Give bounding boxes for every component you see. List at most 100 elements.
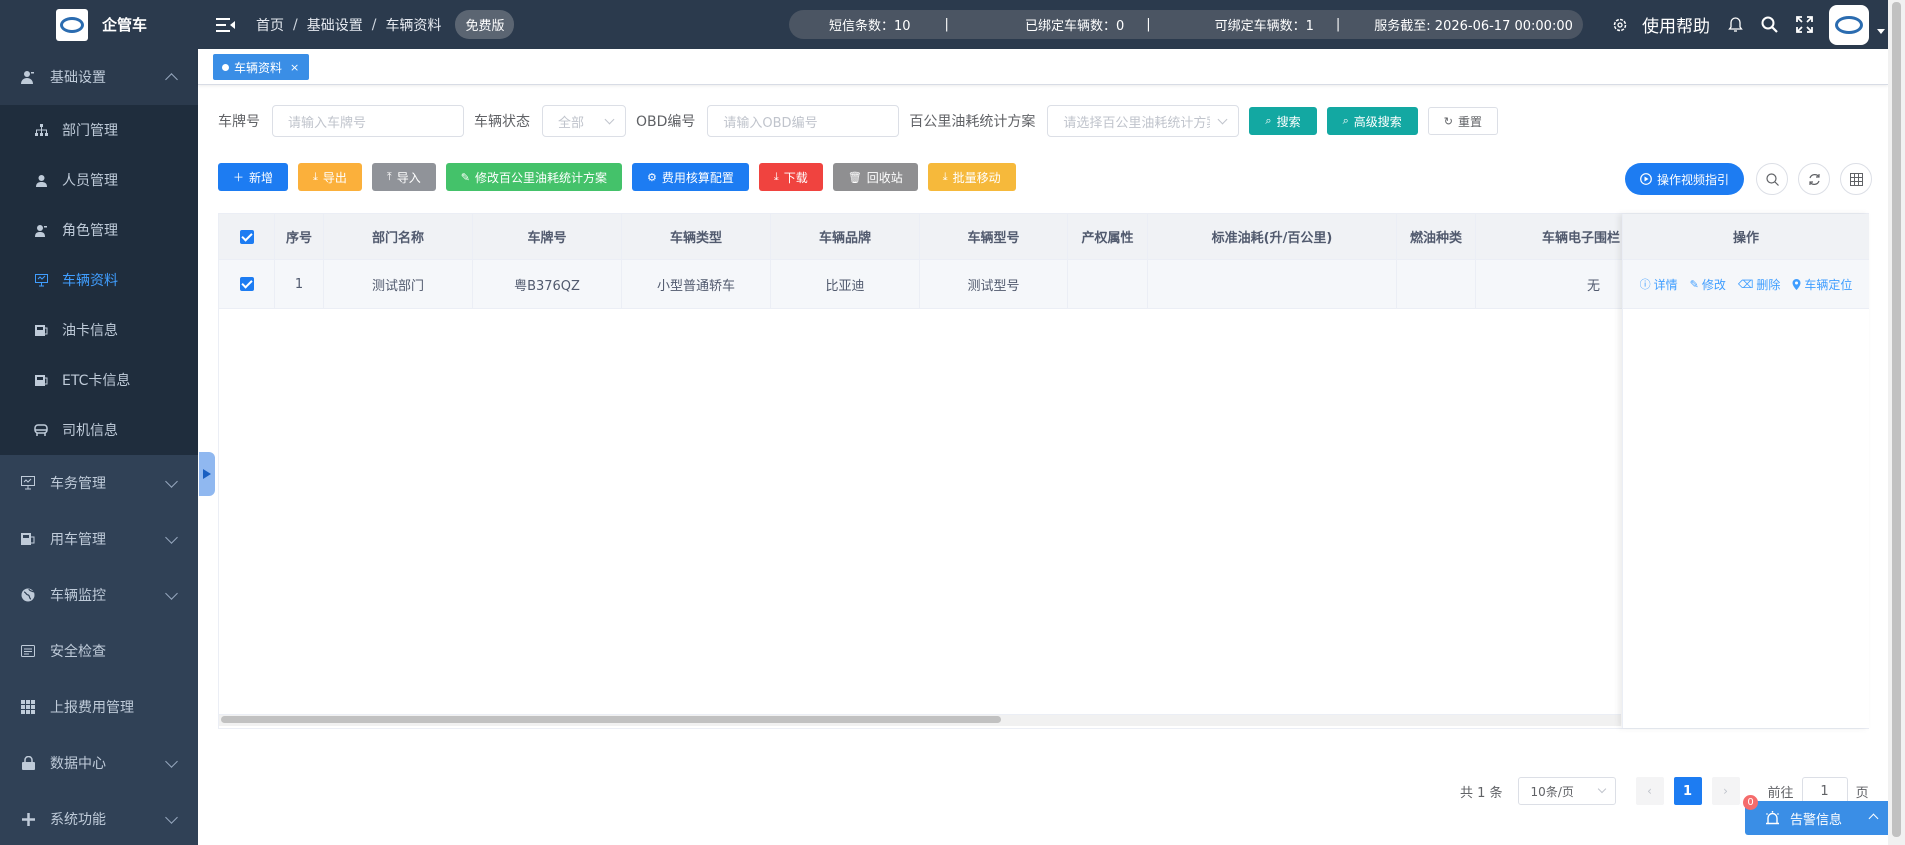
batch-move-button[interactable]: ⤓ 批量移动 bbox=[927, 163, 1016, 191]
chevron-left-icon: ‹ bbox=[1647, 784, 1652, 798]
next-page-button[interactable]: › bbox=[1711, 777, 1740, 805]
select-all-checkbox[interactable] bbox=[219, 214, 275, 259]
locate-link[interactable]: 车辆定位 bbox=[1792, 276, 1852, 293]
sidebar-item-etc-card[interactable]: ETC卡信息 bbox=[0, 355, 198, 405]
sidebar-item-roles[interactable]: 角色管理 bbox=[0, 205, 198, 255]
role-icon bbox=[34, 223, 48, 237]
fullscreen-icon[interactable] bbox=[1796, 16, 1813, 33]
chevron-up-icon bbox=[1868, 813, 1879, 824]
sidebar-item-dept[interactable]: 部门管理 bbox=[0, 105, 198, 155]
stats-separator: | bbox=[944, 17, 949, 32]
person-icon bbox=[34, 173, 48, 187]
close-icon[interactable]: × bbox=[290, 61, 299, 74]
sidebar-item-label: 车辆资料 bbox=[62, 273, 118, 289]
menu-fold-icon[interactable] bbox=[216, 17, 235, 32]
detail-label: 详情 bbox=[1653, 277, 1678, 292]
menu-group-vehicle-affairs[interactable]: 车务管理 bbox=[0, 455, 198, 511]
logo[interactable]: 企管车 bbox=[0, 0, 198, 49]
refresh-button[interactable] bbox=[1798, 163, 1830, 195]
bell-icon[interactable] bbox=[1728, 16, 1743, 33]
sidebar-item-label: 角色管理 bbox=[62, 223, 118, 239]
row-checkbox[interactable] bbox=[219, 260, 275, 308]
status-value: 全部 bbox=[558, 115, 585, 131]
column-header: 车辆品牌 bbox=[771, 214, 920, 259]
toggle-search-button[interactable] bbox=[1756, 163, 1788, 195]
cost-config-button[interactable]: ⚙ 费用核算配置 bbox=[632, 163, 749, 191]
main-content: 车牌号 请输入车牌号 车辆状态 全部 OBD编号 请输入OBD编号 百公里油耗统… bbox=[198, 85, 1888, 845]
menu-group-label: 用车管理 bbox=[50, 532, 106, 548]
menu-group-basic-settings[interactable]: 基础设置 bbox=[0, 49, 198, 105]
row-actions: ⓘ 详情 ✎ 修改 ⌫ 删除 车辆定位 bbox=[1623, 260, 1869, 309]
download-button[interactable]: ⤓ 下载 bbox=[758, 163, 823, 191]
reset-button[interactable]: ↻ 重置 bbox=[1427, 107, 1499, 135]
menu-group-expense-report[interactable]: 上报费用管理 bbox=[0, 679, 198, 735]
import-button[interactable]: ⤒ 导入 bbox=[371, 163, 436, 191]
edit-icon: ✎ bbox=[1689, 277, 1699, 291]
cell-model: 测试型号 bbox=[920, 260, 1068, 308]
menu-group-vehicle-monitor[interactable]: 车辆监控 bbox=[0, 567, 198, 623]
sidebar-item-staff[interactable]: 人员管理 bbox=[0, 155, 198, 205]
column-header: 车牌号 bbox=[473, 214, 622, 259]
recycle-bin-button[interactable]: 🗑 回收站 bbox=[832, 163, 918, 191]
breadcrumb-separator: / bbox=[371, 16, 377, 33]
batch-move-label: 批量移动 bbox=[952, 170, 1001, 185]
plus-icon bbox=[20, 811, 36, 827]
account-stats: 短信条数：10 | 已绑定车辆数：0 | 可绑定车辆数：1 | 服务截至: 20… bbox=[789, 10, 1583, 39]
chevron-down-icon bbox=[165, 811, 178, 824]
table-row[interactable]: 1 测试部门 粤B376QZ 小型普通轿车 比亚迪 测试型号 无 bbox=[219, 260, 1868, 309]
sidebar-item-label: 油卡信息 bbox=[62, 323, 118, 339]
video-guide-button[interactable]: 操作视频指引 bbox=[1625, 163, 1745, 195]
advanced-search-button[interactable]: ⌕ 高级搜索 bbox=[1326, 107, 1418, 135]
modify-fuel-plan-button[interactable]: ✎ 修改百公里油耗统计方案 bbox=[445, 163, 623, 191]
search-button[interactable]: ⌕ 搜索 bbox=[1249, 107, 1317, 135]
service-expiry: 服务截至: 2026-06-17 00:00:00 bbox=[1374, 19, 1573, 34]
sidebar: 企管车 基础设置 部门管理 人员管理 角色管理 车辆资料 油卡信息 ETC卡信息… bbox=[0, 0, 198, 845]
prev-page-button[interactable]: ‹ bbox=[1635, 777, 1664, 805]
page-number-current[interactable]: 1 bbox=[1673, 777, 1702, 805]
help-link[interactable]: 使用帮助 bbox=[1642, 12, 1710, 37]
chevron-down-icon bbox=[165, 587, 178, 600]
search-icon[interactable] bbox=[1761, 16, 1778, 33]
breadcrumb-current: 车辆资料 bbox=[385, 17, 442, 34]
globe-icon bbox=[20, 587, 36, 603]
sidebar-item-label: ETC卡信息 bbox=[62, 373, 131, 389]
status-select[interactable]: 全部 bbox=[542, 105, 626, 137]
edit-link[interactable]: ✎ 修改 bbox=[1690, 276, 1726, 293]
menu-group-car-usage[interactable]: 用车管理 bbox=[0, 511, 198, 567]
logo-icon bbox=[56, 8, 88, 41]
page-size-select[interactable]: 10条/页 bbox=[1517, 777, 1616, 805]
breadcrumb-home[interactable]: 首页 bbox=[256, 15, 284, 35]
sidebar-item-fuel-card[interactable]: 油卡信息 bbox=[0, 305, 198, 355]
column-header: 序号 bbox=[275, 214, 324, 259]
delete-link[interactable]: ⌫ 删除 bbox=[1738, 276, 1781, 293]
column-header: 车辆电子围栏 bbox=[1476, 214, 1625, 259]
horizontal-scrollbar[interactable] bbox=[221, 716, 1001, 723]
caret-down-icon[interactable] bbox=[1877, 29, 1885, 34]
car-icon bbox=[20, 531, 36, 547]
sidebar-item-driver[interactable]: 司机信息 bbox=[0, 405, 198, 455]
plate-input[interactable]: 请输入车牌号 bbox=[272, 105, 464, 137]
breadcrumb: 首页 / 基础设置 / 车辆资料 bbox=[256, 15, 441, 35]
avatar[interactable] bbox=[1829, 4, 1869, 45]
tag-vehicle-info[interactable]: 车辆资料 × bbox=[213, 54, 310, 80]
search-button-label: 搜索 bbox=[1276, 114, 1301, 129]
goto-unit: 页 bbox=[1855, 785, 1869, 801]
add-button[interactable]: ＋ 新增 bbox=[218, 163, 289, 191]
export-button[interactable]: ⤓ 导出 bbox=[298, 163, 362, 191]
fuel-plan-select[interactable]: 请选择百公里油耗统计方案 bbox=[1047, 105, 1240, 137]
breadcrumb-basic-settings[interactable]: 基础设置 bbox=[307, 15, 363, 35]
chevron-down-icon bbox=[165, 755, 178, 768]
menu-group-system[interactable]: 系统功能 bbox=[0, 791, 198, 845]
edit-icon: ✎ bbox=[460, 170, 471, 184]
sidebar-item-vehicle-info[interactable]: 车辆资料 bbox=[0, 255, 198, 305]
obd-input[interactable]: 请输入OBD编号 bbox=[707, 105, 900, 137]
grid-icon bbox=[1849, 172, 1863, 186]
page-scrollbar[interactable] bbox=[1888, 0, 1905, 845]
detail-link[interactable]: ⓘ 详情 bbox=[1640, 276, 1678, 293]
menu-group-data-center[interactable]: 数据中心 bbox=[0, 735, 198, 791]
menu-group-safety-check[interactable]: 安全检查 bbox=[0, 623, 198, 679]
stats-separator: | bbox=[1335, 17, 1341, 32]
alarm-panel-toggle[interactable]: 0 告警信息 bbox=[1743, 795, 1891, 835]
columns-button[interactable] bbox=[1840, 163, 1872, 195]
gear-icon[interactable] bbox=[1612, 17, 1628, 33]
